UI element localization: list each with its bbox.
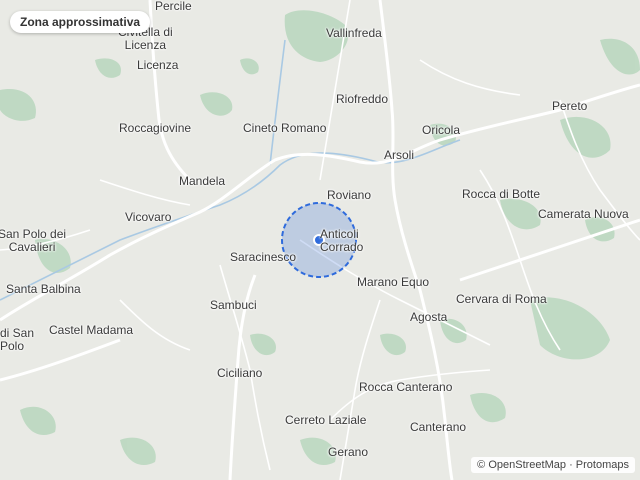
place-label-percile: Percile (155, 0, 192, 13)
place-label-anticoli-corrado: Anticoli Corrado (320, 228, 363, 254)
place-label-san-polo-dei-cavalieri-line1: San Polo dei (0, 227, 67, 241)
openstreetmap-link[interactable]: OpenStreetMap (488, 459, 566, 471)
place-label-anticoli-corrado-line1: Anticoli (320, 227, 359, 241)
place-label-agosta: Agosta (410, 310, 448, 324)
place-label-canterano: Canterano (410, 420, 467, 434)
place-label-cerreto-laziale: Cerreto Laziale (285, 413, 367, 427)
place-label-santa-balbina: Santa Balbina (6, 282, 81, 296)
place-label-san-polo-dei-cavalieri-line2: Cavalieri (8, 240, 56, 254)
place-label-rocca-canterano: Rocca Canterano (359, 380, 453, 394)
place-label-vallinfreda: Vallinfreda (326, 26, 382, 40)
place-label-oricola: Oricola (422, 123, 461, 137)
place-label-san-polo-line2: Polo (0, 339, 25, 353)
map-attribution: © OpenStreetMap · Protomaps (471, 457, 635, 473)
place-label-sambuci: Sambuci (210, 298, 257, 312)
place-label-pereto: Pereto (552, 99, 588, 113)
place-label-camerata-nuova: Camerata Nuova (538, 207, 629, 221)
place-label-riofreddo: Riofreddo (336, 92, 389, 106)
copyright-symbol: © (477, 459, 486, 471)
place-label-cervara-di-roma: Cervara di Roma (456, 292, 547, 306)
place-label-rocca-di-botte: Rocca di Botte (462, 187, 541, 201)
place-label-marano-equo: Marano Equo (357, 275, 430, 289)
place-label-san-polo: di San Polo (0, 327, 34, 353)
place-label-saracinesco: Saracinesco (230, 250, 297, 264)
place-label-ciciliano: Ciciliano (217, 366, 263, 380)
attribution-separator: · (569, 459, 573, 471)
place-label-civitella-line2: Licenza (124, 38, 167, 52)
place-label-gerano: Gerano (328, 445, 369, 459)
place-label-roviano: Roviano (327, 188, 372, 202)
place-label-anticoli-corrado-line2: Corrado (320, 240, 364, 254)
place-label-licenza: Licenza (137, 58, 179, 72)
place-label-castel-madama: Castel Madama (49, 323, 134, 337)
protomaps-link[interactable]: Protomaps (576, 459, 629, 471)
place-label-cineto-romano: Cineto Romano (243, 121, 327, 135)
place-label-vicovaro: Vicovaro (125, 210, 172, 224)
approximate-zone-badge: Zona approssimativa (10, 11, 151, 33)
place-label-arsoli: Arsoli (384, 148, 415, 162)
place-label-san-polo-dei-cavalieri: San Polo dei Cavalieri (0, 228, 66, 254)
place-label-roccagiovine: Roccagiovine (119, 121, 192, 135)
place-label-san-polo-line1: di San (0, 326, 35, 340)
place-label-mandela: Mandela (179, 174, 226, 188)
map-canvas[interactable]: Percile Civitella di Licenza Licenza Val… (0, 0, 640, 480)
